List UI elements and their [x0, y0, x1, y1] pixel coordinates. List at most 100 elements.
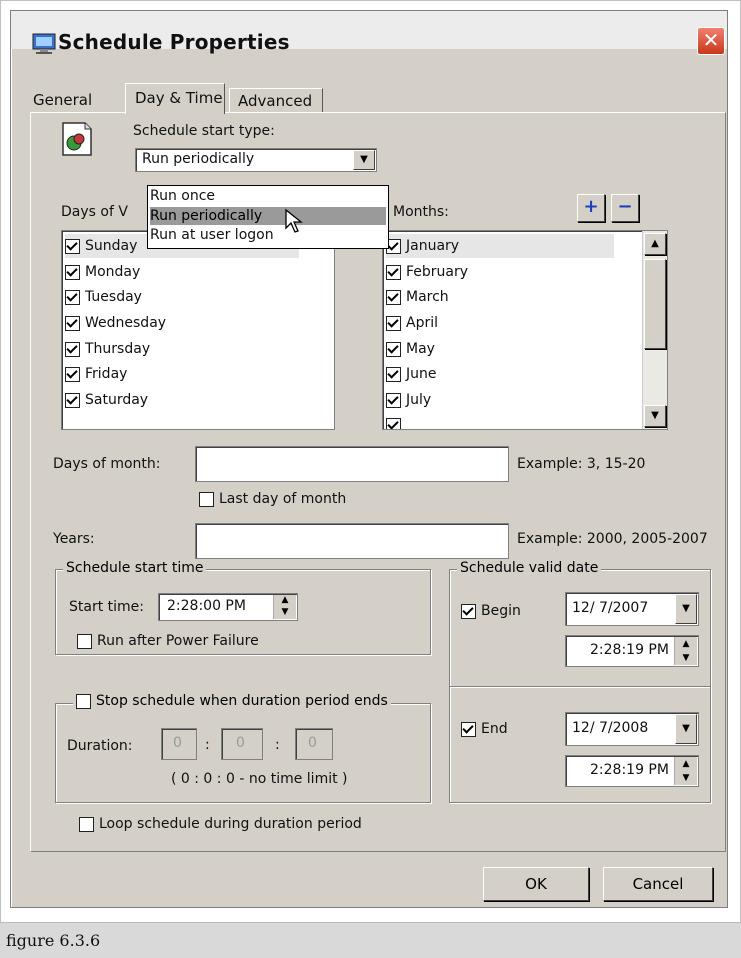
loop-schedule-checkbox[interactable]: Loop schedule during duration period [79, 816, 362, 832]
years-input[interactable] [195, 523, 509, 559]
remove-month-button[interactable]: − [611, 194, 639, 222]
end-time-input[interactable]: 2:28:19 PM ▲ ▼ [565, 755, 699, 787]
end-checkbox[interactable]: End [461, 721, 508, 737]
list-item-may[interactable]: May [386, 337, 435, 361]
duration-seconds-input[interactable]: 0 [295, 728, 333, 760]
add-month-button[interactable]: + [577, 194, 605, 222]
days-of-week-list: Sunday Monday Tuesday Wednesday Thursday… [61, 230, 335, 430]
tab-day-time[interactable]: Day & Time [125, 83, 225, 114]
start-time-spinner[interactable]: ▲ ▼ [273, 595, 296, 619]
list-item-june[interactable]: June [386, 362, 437, 386]
plus-icon: + [583, 196, 599, 217]
chevron-down-icon[interactable]: ▼ [353, 150, 375, 170]
list-item-thursday[interactable]: Thursday [65, 337, 150, 361]
cancel-button[interactable]: Cancel [603, 867, 713, 901]
ok-button[interactable]: OK [483, 867, 589, 901]
checkbox[interactable] [65, 289, 80, 305]
start-time-label: Start time: [69, 599, 144, 615]
list-item-wednesday[interactable]: Wednesday [65, 311, 166, 335]
checkbox[interactable] [199, 491, 214, 507]
begin-date-combo[interactable]: 12/ 7/2007 ▼ [565, 592, 699, 626]
figure-caption: figure 6.3.6 [0, 922, 741, 958]
scroll-down-icon[interactable]: ▼ [644, 405, 666, 427]
checkbox[interactable] [65, 264, 80, 280]
list-item-february[interactable]: February [386, 260, 468, 284]
days-of-month-example: Example: 3, 15-20 [517, 456, 646, 472]
list-item-saturday[interactable]: Saturday [65, 388, 148, 412]
checkbox[interactable] [79, 816, 94, 832]
checkbox[interactable] [461, 603, 476, 619]
run-after-power-failure-checkbox[interactable]: Run after Power Failure [77, 633, 259, 649]
option-run-periodically[interactable]: Run periodically [150, 207, 386, 225]
tab-advanced[interactable]: Advanced [229, 88, 323, 113]
begin-time-spinner[interactable]: ▲ ▼ [674, 637, 697, 665]
scroll-up-icon[interactable]: ▲ [644, 233, 666, 255]
list-item-july[interactable]: July [386, 388, 431, 412]
chevron-down-icon[interactable]: ▼ [675, 594, 697, 624]
checkbox[interactable] [386, 315, 401, 331]
list-item-partial [386, 413, 406, 429]
schedule-valid-date-title: Schedule valid date [457, 560, 602, 576]
figure-caption-text: figure 6.3.6 [6, 931, 101, 950]
duration-hours-input[interactable]: 0 [161, 728, 197, 760]
checkbox[interactable] [386, 341, 401, 357]
years-example: Example: 2000, 2005-2007 [517, 531, 708, 547]
tab-general[interactable]: General [33, 91, 92, 109]
begin-checkbox[interactable]: Begin [461, 603, 521, 619]
scroll-thumb[interactable] [644, 259, 666, 349]
checkbox[interactable] [386, 392, 401, 408]
schedule-icon [62, 122, 92, 156]
start-type-value: Run periodically [142, 151, 255, 167]
checkbox[interactable] [76, 693, 91, 709]
stop-schedule-checkbox[interactable]: Stop schedule when duration period ends [73, 693, 391, 709]
spin-up-icon[interactable]: ▲ [675, 757, 697, 771]
duration-separator: : [205, 737, 210, 753]
minus-icon: − [617, 196, 633, 217]
end-time-spinner[interactable]: ▲ ▼ [674, 757, 697, 785]
duration-minutes-input[interactable]: 0 [221, 728, 263, 760]
start-type-label: Schedule start type: [133, 123, 275, 139]
start-time-value: 2:28:00 PM [167, 598, 246, 614]
months-list: January February March April May June Ju… [382, 230, 668, 430]
end-date-combo[interactable]: 12/ 7/2008 ▼ [565, 712, 699, 746]
years-label: Years: [53, 531, 95, 547]
list-item-friday[interactable]: Friday [65, 362, 127, 386]
checkbox[interactable] [386, 264, 401, 280]
spin-down-icon[interactable]: ▼ [675, 771, 697, 785]
checkbox[interactable] [77, 633, 92, 649]
duration-label: Duration: [67, 738, 133, 754]
checkbox[interactable] [65, 341, 80, 357]
months-scrollbar[interactable]: ▲ ▼ [642, 231, 667, 429]
list-item-april[interactable]: April [386, 311, 438, 335]
last-day-of-month-checkbox[interactable]: Last day of month [199, 491, 346, 507]
chevron-down-icon[interactable]: ▼ [675, 714, 697, 744]
window-title: Schedule Properties [58, 30, 290, 54]
start-time-input[interactable]: 2:28:00 PM ▲ ▼ [158, 593, 298, 621]
checkbox[interactable] [386, 366, 401, 382]
list-item-tuesday[interactable]: Tuesday [65, 285, 142, 309]
checkbox[interactable] [65, 366, 80, 382]
app-icon [32, 33, 56, 54]
checkbox[interactable] [65, 392, 80, 408]
option-run-at-user-logon[interactable]: Run at user logon [150, 226, 386, 244]
checkbox[interactable] [386, 289, 401, 305]
list-item-monday[interactable]: Monday [65, 260, 140, 284]
spin-up-icon[interactable]: ▲ [274, 595, 296, 607]
checkbox[interactable] [461, 721, 476, 737]
checkbox[interactable] [65, 238, 80, 254]
checkbox[interactable] [65, 315, 80, 331]
option-run-once[interactable]: Run once [150, 187, 386, 205]
spin-down-icon[interactable]: ▼ [274, 607, 296, 619]
months-label: Months: [393, 204, 449, 220]
schedule-properties-dialog: Schedule Properties ✕ General Day & Time… [10, 10, 728, 908]
start-type-combo[interactable]: Run periodically ▼ [135, 148, 377, 172]
spin-down-icon[interactable]: ▼ [675, 651, 697, 665]
begin-time-input[interactable]: 2:28:19 PM ▲ ▼ [565, 635, 699, 667]
days-of-week-label: Days of V [61, 204, 128, 220]
list-item-march[interactable]: March [386, 285, 449, 309]
list-item-january[interactable]: January [386, 234, 614, 258]
spin-up-icon[interactable]: ▲ [675, 637, 697, 651]
tab-day-time-label: Day & Time [135, 89, 223, 107]
close-icon[interactable]: ✕ [697, 27, 725, 55]
days-of-month-input[interactable] [195, 446, 509, 482]
